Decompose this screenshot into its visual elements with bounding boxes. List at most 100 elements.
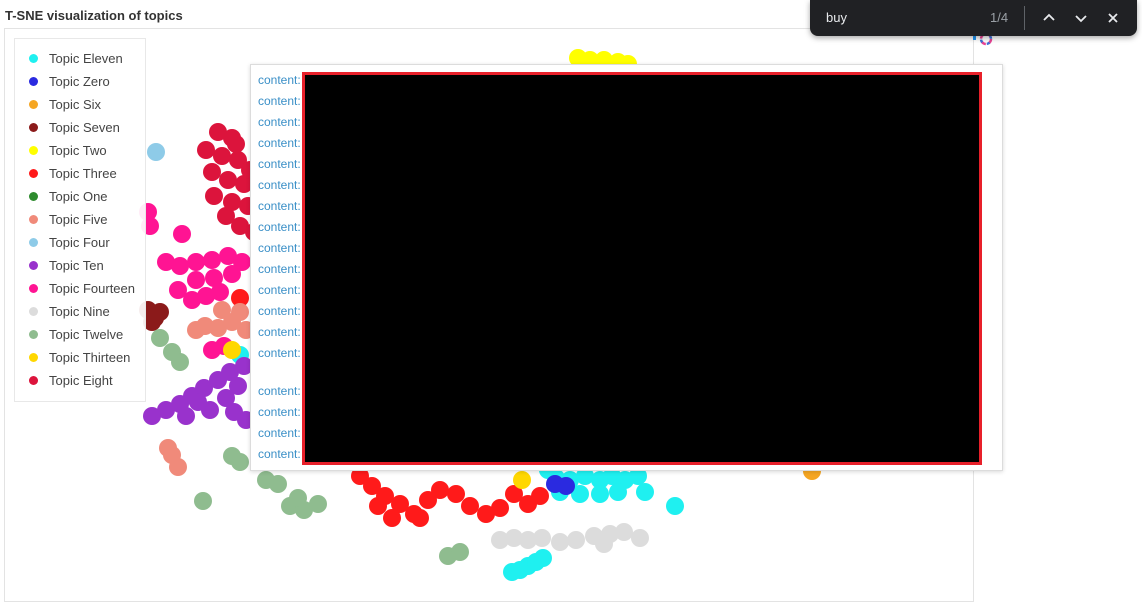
legend-label: Topic Eleven	[49, 50, 123, 66]
point-topic-twelve[interactable]	[194, 492, 212, 510]
redacted-box	[302, 72, 982, 465]
legend-marker	[29, 260, 38, 270]
find-match-count: 1/4	[990, 10, 1009, 25]
point-topic-fourteen[interactable]	[173, 225, 191, 243]
legend-item-topic-ten[interactable]: Topic Ten	[29, 255, 104, 275]
point-topic-fourteen[interactable]	[187, 253, 205, 271]
point-topic-twelve[interactable]	[171, 353, 189, 371]
point-topic-eleven[interactable]	[609, 483, 627, 501]
point-topic-twelve[interactable]	[269, 475, 287, 493]
legend-item-topic-three[interactable]: Topic Three	[29, 163, 117, 183]
legend-marker	[29, 306, 38, 316]
point-topic-eleven[interactable]	[666, 497, 684, 515]
point-topic-fourteen[interactable]	[203, 251, 221, 269]
point-topic-eleven[interactable]	[636, 483, 654, 501]
point-topic-three[interactable]	[461, 497, 479, 515]
tooltip-content-label: content:	[258, 447, 301, 461]
point-topic-fourteen[interactable]	[171, 257, 189, 275]
legend-item-topic-zero[interactable]: Topic Zero	[29, 71, 110, 91]
point-topic-three[interactable]	[447, 485, 465, 503]
legend-item-topic-nine[interactable]: Topic Nine	[29, 301, 110, 321]
point-topic-five[interactable]	[159, 439, 177, 457]
point-topic-four[interactable]	[147, 143, 165, 161]
legend-marker	[29, 329, 38, 339]
point-topic-thirteen[interactable]	[223, 341, 241, 359]
tooltip-content-label: content:	[258, 304, 301, 318]
point-topic-eight[interactable]	[203, 163, 221, 181]
point-topic-eight[interactable]	[227, 135, 245, 153]
point-topic-eleven[interactable]	[534, 549, 552, 567]
point-topic-fourteen[interactable]	[211, 283, 229, 301]
legend-marker	[29, 352, 38, 362]
legend-item-topic-eleven[interactable]: Topic Eleven	[29, 48, 123, 68]
tooltip-content-label: content:	[258, 115, 301, 129]
tooltip-content-label: content:	[258, 94, 301, 108]
point-topic-three[interactable]	[531, 487, 549, 505]
point-topic-zero[interactable]	[557, 477, 575, 495]
point-topic-thirteen[interactable]	[513, 471, 531, 489]
find-next-button[interactable]	[1069, 6, 1093, 30]
point-topic-nine[interactable]	[615, 523, 633, 541]
point-topic-ten[interactable]	[177, 407, 195, 425]
legend-item-topic-twelve[interactable]: Topic Twelve	[29, 324, 123, 344]
legend-label: Topic One	[49, 188, 108, 204]
tooltip-content-label: content:	[258, 405, 301, 419]
legend-item-topic-four[interactable]: Topic Four	[29, 232, 110, 252]
point-topic-twelve[interactable]	[151, 329, 169, 347]
point-topic-twelve[interactable]	[231, 453, 249, 471]
legend-marker	[29, 283, 38, 293]
legend-item-topic-two[interactable]: Topic Two	[29, 140, 107, 160]
legend: Topic Eleven Topic Zero Topic Six Topic Sev…	[14, 38, 146, 402]
point-topic-five[interactable]	[213, 301, 231, 319]
point-topic-three[interactable]	[369, 497, 387, 515]
chevron-up-icon	[1043, 13, 1055, 21]
point-topic-three[interactable]	[431, 481, 449, 499]
legend-item-topic-thirteen[interactable]: Topic Thirteen	[29, 347, 130, 367]
legend-marker	[29, 191, 38, 201]
point-topic-three[interactable]	[491, 499, 509, 517]
legend-item-topic-five[interactable]: Topic Five	[29, 209, 108, 229]
point-topic-five[interactable]	[187, 321, 205, 339]
legend-item-topic-six[interactable]: Topic Six	[29, 94, 101, 114]
point-topic-nine[interactable]	[595, 535, 613, 553]
close-icon	[1108, 13, 1118, 23]
legend-marker	[29, 99, 38, 109]
point-topic-eleven[interactable]	[591, 485, 609, 503]
point-topic-nine[interactable]	[567, 531, 585, 549]
point-topic-fourteen[interactable]	[187, 271, 205, 289]
point-topic-nine[interactable]	[551, 533, 569, 551]
point-topic-eight[interactable]	[205, 187, 223, 205]
legend-label: Topic Seven	[49, 119, 120, 135]
point-topic-twelve[interactable]	[309, 495, 327, 513]
point-topic-twelve[interactable]	[289, 489, 307, 507]
legend-label: Topic Six	[49, 96, 102, 112]
point-topic-three[interactable]	[411, 509, 429, 527]
tooltip-content-label: content:	[258, 241, 301, 255]
point-topic-three[interactable]	[383, 509, 401, 527]
find-input[interactable]	[822, 6, 990, 28]
tooltip-content-label: content:	[258, 157, 301, 171]
find-previous-button[interactable]	[1037, 6, 1061, 30]
legend-marker	[29, 214, 38, 224]
point-topic-eight[interactable]	[213, 147, 231, 165]
find-divider	[1024, 6, 1025, 30]
point-topic-eight[interactable]	[197, 141, 215, 159]
point-topic-nine[interactable]	[533, 529, 551, 547]
tooltip-content-label: content:	[258, 384, 301, 398]
point-topic-nine[interactable]	[631, 529, 649, 547]
tooltip-content-label: content:	[258, 426, 301, 440]
legend-item-topic-eight[interactable]: Topic Eight	[29, 370, 113, 390]
legend-item-topic-fourteen[interactable]: Topic Fourteen	[29, 278, 135, 298]
point-topic-twelve[interactable]	[451, 543, 469, 561]
point-topic-five[interactable]	[231, 303, 249, 321]
point-topic-eight[interactable]	[219, 171, 237, 189]
legend-label: Topic Zero	[49, 73, 110, 89]
chevron-down-icon	[1075, 15, 1087, 23]
legend-item-topic-seven[interactable]: Topic Seven	[29, 117, 120, 137]
find-close-button[interactable]	[1101, 6, 1125, 30]
point-topic-ten[interactable]	[189, 393, 207, 411]
legend-label: Topic Four	[49, 234, 110, 250]
legend-label: Topic Fourteen	[49, 280, 135, 296]
legend-item-topic-one[interactable]: Topic One	[29, 186, 108, 206]
point-topic-fourteen[interactable]	[223, 265, 241, 283]
